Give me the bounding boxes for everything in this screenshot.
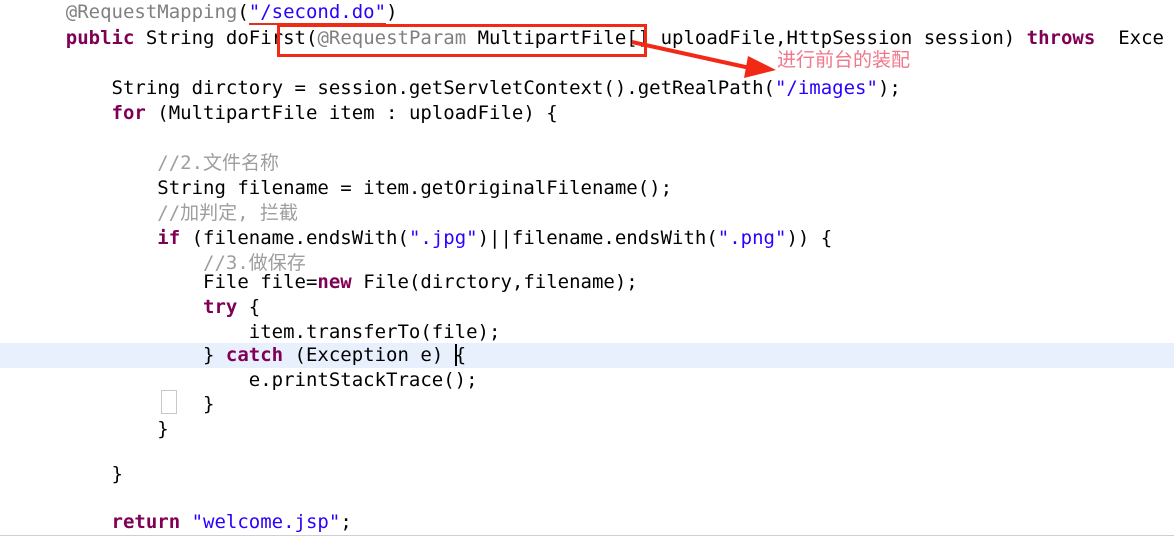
code-text-area[interactable]: @RequestMapping("/second.do") public Str… xyxy=(0,0,1174,536)
code-token-plain: { xyxy=(248,296,261,318)
code-token-plain: File file= xyxy=(20,271,318,293)
code-line[interactable]: } xyxy=(0,462,1174,487)
code-token-plain: String doFirst( xyxy=(145,27,318,49)
code-line[interactable]: String filename = item.getOriginalFilena… xyxy=(0,176,1174,201)
code-line-content: } xyxy=(0,417,169,442)
code-editor-pane[interactable]: @RequestMapping("/second.do") public Str… xyxy=(0,0,1174,543)
code-token-ann: @RequestMapping xyxy=(20,1,238,23)
code-token-plain: String filename = item.getOriginalFilena… xyxy=(20,177,673,199)
pane-bottom-area xyxy=(0,536,1174,543)
code-line-content: e.printStackTrace(); xyxy=(0,368,478,393)
code-token-cmt: //2.文件名称 xyxy=(20,152,280,174)
code-token-kw: throws xyxy=(1026,27,1096,49)
code-line-content: //2.文件名称 xyxy=(0,151,279,176)
code-token-cmt: //加判定, 拦截 xyxy=(20,202,299,224)
code-line[interactable] xyxy=(0,126,1174,151)
code-line[interactable]: File file=new File(dirctory,filename); xyxy=(0,270,1174,295)
code-token-plain: ) xyxy=(386,1,398,23)
code-token-plain: File(dirctory,filename); xyxy=(351,271,638,293)
code-line[interactable] xyxy=(0,52,1174,77)
code-line-content: public String doFirst(@RequestParam Mult… xyxy=(0,26,1164,51)
code-token-kw: if xyxy=(20,227,192,249)
code-line[interactable]: if (filename.endsWith(".jpg")||filename.… xyxy=(0,226,1174,251)
code-token-plain: e.printStackTrace(); xyxy=(20,369,478,391)
code-line[interactable]: for (MultipartFile item : uploadFile) { xyxy=(0,101,1174,126)
code-token-str: ".jpg" xyxy=(408,227,478,249)
code-line[interactable]: //2.文件名称 xyxy=(0,151,1174,176)
code-token-plain: } xyxy=(20,463,123,485)
code-line-content: for (MultipartFile item : uploadFile) { xyxy=(0,101,558,126)
code-token-kw: try xyxy=(20,296,249,318)
code-token-str: ".png" xyxy=(717,227,787,249)
code-token-plain: } xyxy=(20,344,226,366)
code-token-kw: public xyxy=(20,27,146,49)
code-line-content: } xyxy=(0,392,214,417)
code-token-str: "/images" xyxy=(774,77,878,99)
code-token-plain: )||filename.endsWith( xyxy=(477,227,718,249)
annotation-note-text: 进行前台的装配 xyxy=(777,49,911,71)
code-line-content: item.transferTo(file); xyxy=(0,320,501,345)
code-token-kw: for xyxy=(20,102,158,124)
code-token-plain: item.transferTo(file); xyxy=(20,321,501,343)
code-line[interactable]: } xyxy=(0,417,1174,442)
code-token-ann: @RequestParam xyxy=(317,27,467,49)
code-token-kw: new xyxy=(317,271,352,293)
code-token-str-err: "/second.do" xyxy=(248,1,387,25)
code-token-plain: ); xyxy=(877,77,901,99)
code-line[interactable]: e.printStackTrace(); xyxy=(0,368,1174,393)
code-line-content: return "welcome.jsp"; xyxy=(0,510,352,535)
code-line[interactable]: //加判定, 拦截 xyxy=(0,201,1174,226)
code-token-plain: Exce xyxy=(1095,27,1164,49)
code-token-kw: catch xyxy=(225,344,295,366)
code-line-content: if (filename.endsWith(".jpg")||filename.… xyxy=(0,226,832,251)
code-token-plain: MultipartFile[] uploadFile,HttpSession s… xyxy=(466,27,1027,49)
code-line[interactable] xyxy=(0,487,1174,512)
code-line-content: //加判定, 拦截 xyxy=(0,201,298,226)
code-token-plain: String dirctory = session.getServletCont… xyxy=(20,77,775,99)
code-line[interactable]: return "welcome.jsp"; xyxy=(0,510,1174,535)
code-line[interactable]: String dirctory = session.getServletCont… xyxy=(0,76,1174,101)
text-caret xyxy=(455,344,457,366)
code-line[interactable]: public String doFirst(@RequestParam Mult… xyxy=(0,26,1174,51)
code-line[interactable]: } catch (Exception e) { xyxy=(0,343,1174,368)
code-line[interactable]: try { xyxy=(0,295,1174,320)
code-token-plain: (MultipartFile item : uploadFile) { xyxy=(157,102,558,124)
code-token-plain: (Exception e) { xyxy=(294,344,467,366)
code-token-plain: } xyxy=(20,418,169,440)
code-token-str: "welcome.jsp" xyxy=(191,511,341,533)
code-token-plain: ( xyxy=(237,1,249,23)
code-token-kw: return xyxy=(20,511,192,533)
code-token-plain: )) { xyxy=(786,227,833,249)
code-line[interactable]: item.transferTo(file); xyxy=(0,320,1174,345)
code-line-content: } catch (Exception e) { xyxy=(0,343,466,368)
code-line[interactable]: } xyxy=(0,392,1174,417)
code-line[interactable]: @RequestMapping("/second.do") xyxy=(0,0,1174,25)
code-token-plain: } xyxy=(20,393,215,415)
code-line-content: } xyxy=(0,462,123,487)
code-token-plain: (filename.endsWith( xyxy=(191,227,409,249)
code-line-content: File file=new File(dirctory,filename); xyxy=(0,270,638,295)
code-token-plain: ; xyxy=(340,511,352,533)
code-line-content: try { xyxy=(0,295,260,320)
code-line-content: @RequestMapping("/second.do") xyxy=(0,0,398,25)
code-line-content: String dirctory = session.getServletCont… xyxy=(0,76,901,101)
code-line-content: String filename = item.getOriginalFilena… xyxy=(0,176,672,201)
